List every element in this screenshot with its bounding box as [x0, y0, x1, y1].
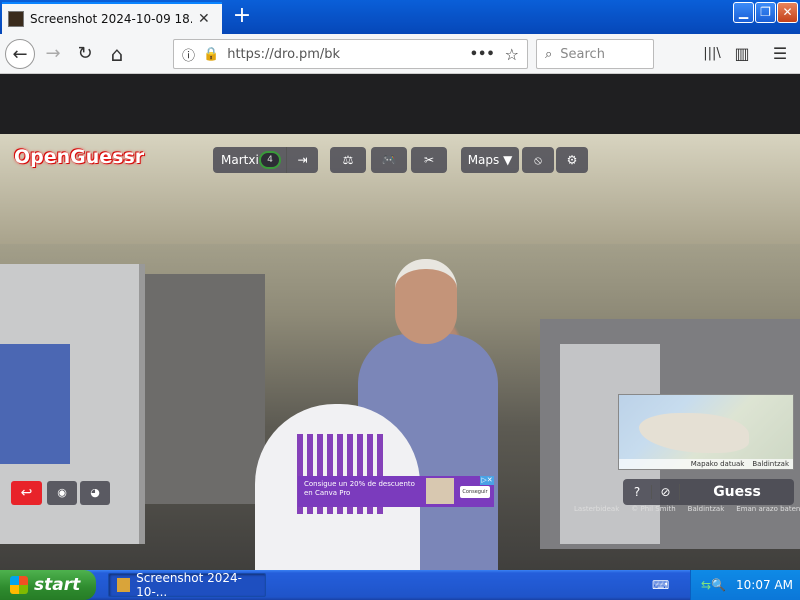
map-footer: Mapako datuak Baldintzak [619, 459, 793, 469]
start-label: start [34, 575, 81, 595]
menu-icon[interactable]: ☰ [765, 39, 795, 69]
map-terms-link[interactable]: Baldintzak [752, 459, 789, 469]
browser-tab[interactable]: Screenshot 2024-10-09 18.14.46 ✕ [2, 2, 222, 34]
discord-icon[interactable]: ◉ [47, 481, 77, 505]
reddit-icon[interactable]: ◕ [80, 481, 110, 505]
compass-icon[interactable]: ⊘ [651, 485, 679, 499]
maps-dropdown[interactable]: Maps ▼ [461, 147, 519, 173]
reload-button[interactable]: ↻ [70, 39, 100, 69]
guess-minimap[interactable]: Mapako datuak Baldintzak [618, 394, 794, 470]
search-placeholder: Search [560, 46, 605, 62]
close-window-button[interactable]: ✕ [777, 2, 798, 23]
search-input[interactable]: ⌕ Search [536, 39, 654, 69]
report-link[interactable]: Eman arazo baten berri [736, 505, 800, 515]
person-head [395, 259, 457, 344]
opengussr-logo[interactable]: OpenGuessr [14, 146, 144, 168]
forward-button[interactable]: → [38, 39, 68, 69]
gamepad-icon[interactable]: 🎮 [371, 147, 407, 173]
street-view-panorama[interactable] [0, 134, 800, 586]
tray-icons[interactable]: ⇆🔍 [701, 578, 726, 592]
back-button[interactable]: ← [5, 39, 35, 69]
guess-bar: ? ⊘ Guess [623, 479, 794, 505]
minimize-button[interactable]: ▁ [733, 2, 754, 23]
player-name: Martxi [221, 153, 259, 167]
url-text[interactable]: https://dro.pm/bk [227, 47, 470, 62]
map-data-link[interactable]: Mapako datuak [691, 459, 745, 469]
tab-strip: Screenshot 2024-10-09 18.14.46 ✕ + ▁ ❐ ✕ [0, 0, 800, 34]
ad-text: Consigue un 20% de descuento en Canva Pr… [304, 480, 415, 497]
navigation-toolbar: ← → ↻ ⌂ ⓘ 🔒 https://dro.pm/bk ••• ☆ ⌕ Se… [0, 34, 800, 74]
lock-icon: 🔒 [203, 46, 220, 62]
maximize-button[interactable]: ❐ [755, 2, 776, 23]
info-icon[interactable]: ⓘ [182, 45, 195, 64]
bookmark-star-icon[interactable]: ☆ [505, 45, 519, 64]
multiplayer-icon[interactable]: ⚖ [330, 147, 366, 173]
return-button[interactable]: ↩ [11, 481, 42, 505]
player-info[interactable]: Martxi 4 ⇥ [213, 147, 318, 173]
ad-banner[interactable]: Consigue un 20% de descuento en Canva Pr… [298, 476, 494, 507]
system-tray: ⇆🔍 10:07 AM [690, 570, 800, 600]
terms-link[interactable]: Baldintzak [688, 505, 725, 515]
clock: 10:07 AM [736, 578, 793, 592]
seat-screen [0, 344, 70, 464]
map-attribution: Lasterbideak © Phil Smith Baldintzak Ema… [574, 505, 800, 515]
settings-icon[interactable]: ⚙ [556, 147, 588, 173]
tools-icon[interactable]: ✂ [411, 147, 447, 173]
shortcuts-link[interactable]: Lasterbideak [574, 505, 619, 515]
url-bar[interactable]: ⓘ 🔒 https://dro.pm/bk ••• ☆ [173, 39, 528, 69]
ad-cta-button[interactable]: Conseguir [460, 486, 490, 498]
taskbar-item-label: Screenshot 2024-10-... [136, 571, 243, 599]
page-actions-icon[interactable]: ••• [470, 47, 495, 62]
map-landmass [639, 413, 749, 453]
ad-close-icon[interactable]: ▷✕ [480, 476, 494, 485]
favicon-icon [8, 11, 24, 27]
photo-credit: © Phil Smith [631, 505, 676, 513]
taskbar: start Screenshot 2024-10-... ⌨ ⇆🔍 10:07 … [0, 570, 800, 600]
exit-icon[interactable]: ⇥ [286, 147, 318, 173]
ad-image [426, 478, 454, 504]
guess-button[interactable]: Guess [679, 484, 794, 500]
ban-icon[interactable]: ⦸ [522, 147, 554, 173]
player-level-badge: 4 [259, 151, 281, 169]
windows-flag-icon [10, 576, 28, 594]
start-button[interactable]: start [0, 570, 96, 600]
search-icon: ⌕ [545, 46, 553, 62]
firefox-icon [117, 578, 131, 592]
keyboard-icon[interactable]: ⌨ [652, 578, 669, 592]
library-icon[interactable]: |||\ [697, 39, 727, 69]
tab-title: Screenshot 2024-10-09 18.14.46 [30, 12, 192, 26]
new-tab-button[interactable]: + [228, 4, 256, 30]
sidebar-icon[interactable]: ▥ [727, 39, 757, 69]
home-button[interactable]: ⌂ [102, 39, 132, 69]
help-button[interactable]: ? [623, 485, 651, 499]
seat-left-rear [145, 274, 265, 504]
taskbar-item[interactable]: Screenshot 2024-10-... [108, 571, 266, 599]
close-tab-icon[interactable]: ✕ [198, 11, 210, 27]
